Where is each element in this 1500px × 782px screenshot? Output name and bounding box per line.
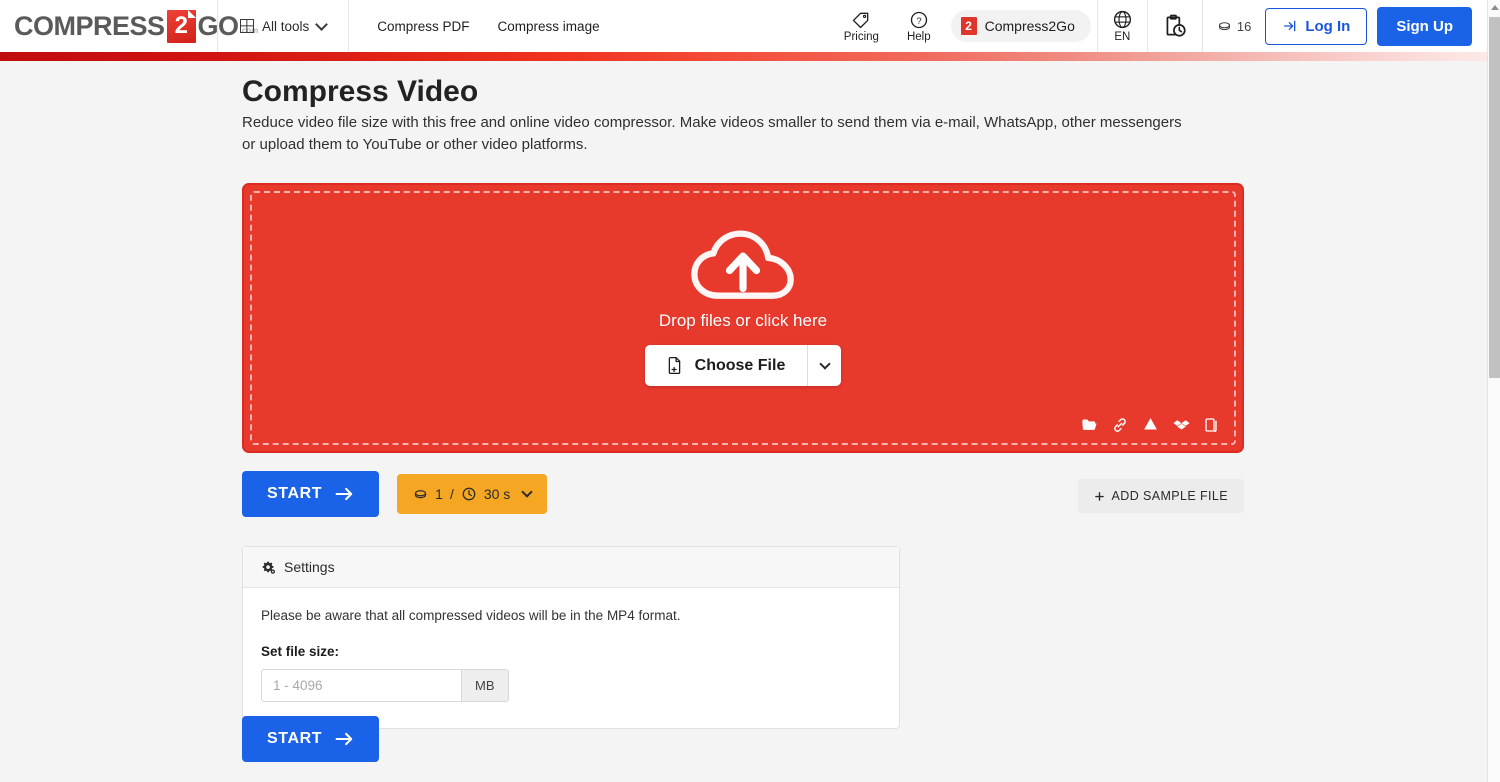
page-description: Reduce video file size with this free an… xyxy=(242,114,1182,153)
settings-title: Settings xyxy=(284,559,335,575)
file-dropzone[interactable]: Drop files or click here Choose File xyxy=(242,183,1244,453)
choose-file-main[interactable]: Choose File xyxy=(645,345,808,386)
settings-note: Please be aware that all compressed vide… xyxy=(261,608,681,623)
logo-badge-2: 2 xyxy=(166,9,196,43)
chevron-down-icon xyxy=(315,17,329,31)
file-add-icon xyxy=(668,356,680,375)
link-icon[interactable] xyxy=(1112,417,1128,433)
page-root: COMPRESS 2 GO .com All tools Compress PDF C… xyxy=(0,0,1500,782)
file-size-input-group: MB xyxy=(261,669,509,702)
logo[interactable]: COMPRESS 2 GO .com xyxy=(0,0,258,52)
settings-panel: Settings Please be aware that all compre… xyxy=(242,546,900,729)
start-button-top[interactable]: START xyxy=(242,471,380,517)
header-nav: Compress PDF Compress image xyxy=(349,0,599,52)
dropzone-inner: Drop files or click here Choose File xyxy=(250,191,1236,445)
limit-credits: 1 xyxy=(435,486,443,502)
settings-header: Settings xyxy=(243,547,899,588)
language-selector[interactable]: EN xyxy=(1098,0,1147,52)
help-link[interactable]: ? Help xyxy=(893,0,945,52)
coin-icon xyxy=(1218,21,1230,30)
google-drive-icon[interactable] xyxy=(1142,416,1159,433)
header-actions: Pricing ? Help 2 Compress2Go EN 16 Log I… xyxy=(830,0,1487,52)
scrollbar-thumb[interactable] xyxy=(1489,17,1500,378)
site-header: COMPRESS 2 GO .com All tools Compress PDF C… xyxy=(0,0,1487,52)
all-tools-menu[interactable]: All tools xyxy=(218,0,350,52)
add-sample-file-button[interactable]: ADD SAMPLE FILE xyxy=(1077,479,1244,513)
signup-button[interactable]: Sign Up xyxy=(1377,6,1472,46)
device-copy-icon[interactable] xyxy=(1204,417,1220,433)
folder-icon[interactable] xyxy=(1081,416,1098,433)
chevron-down-icon xyxy=(819,357,831,370)
usage-limit-badge[interactable]: 1 / 30 s xyxy=(397,474,548,514)
login-arrow-icon xyxy=(1284,20,1296,32)
choose-file-dropdown[interactable] xyxy=(807,345,841,386)
svg-text:?: ? xyxy=(916,15,921,25)
question-circle-icon: ? xyxy=(910,11,927,28)
clock-icon xyxy=(462,487,476,501)
grid-icon xyxy=(240,19,254,33)
start-label: START xyxy=(267,485,323,502)
settings-body: Please be aware that all compressed vide… xyxy=(243,588,899,728)
arrow-right-icon xyxy=(335,732,353,746)
credits-indicator[interactable]: 16 xyxy=(1203,19,1265,34)
recent-tasks-button[interactable] xyxy=(1148,0,1202,52)
brand-switcher-label: Compress2Go xyxy=(984,18,1075,34)
file-size-input[interactable] xyxy=(261,669,461,702)
signup-label: Sign Up xyxy=(1396,17,1453,35)
triangle-up-icon xyxy=(1490,4,1499,10)
tag-icon xyxy=(853,12,869,28)
page-title: Compress Video xyxy=(242,75,479,108)
credits-count: 16 xyxy=(1236,18,1252,34)
file-size-label: Set file size: xyxy=(261,644,340,659)
file-size-unit: MB xyxy=(461,669,509,702)
dropzone-text: Drop files or click here xyxy=(658,311,828,330)
login-label: Log In xyxy=(1305,17,1351,35)
choose-file-label: Choose File xyxy=(694,356,786,374)
login-button[interactable]: Log In xyxy=(1265,7,1368,45)
cloud-upload-icon xyxy=(691,230,794,299)
limit-separator: / xyxy=(449,486,454,502)
gears-icon xyxy=(262,561,275,574)
choose-file-button[interactable]: Choose File xyxy=(644,345,842,386)
add-sample-label: ADD SAMPLE FILE xyxy=(1111,489,1228,503)
start-label: START xyxy=(267,730,323,747)
arrow-right-icon xyxy=(335,487,353,501)
dropbox-icon[interactable] xyxy=(1173,416,1190,433)
brand-gradient-bar xyxy=(0,52,1487,61)
primary-action-row: START 1 / 30 s xyxy=(242,471,548,517)
pricing-link[interactable]: Pricing xyxy=(830,0,893,52)
limit-time: 30 s xyxy=(483,486,511,502)
coin-icon xyxy=(415,489,427,498)
page-scrollbar[interactable] xyxy=(1487,0,1500,782)
start-button-bottom-wrap: START xyxy=(242,716,380,762)
scrollbar-up-button[interactable] xyxy=(1488,0,1500,14)
nav-link-compress-pdf[interactable]: Compress PDF xyxy=(377,19,469,34)
all-tools-label: All tools xyxy=(262,18,310,34)
start-button-bottom[interactable]: START xyxy=(242,716,380,762)
dropzone-source-icons xyxy=(1081,416,1220,433)
help-label: Help xyxy=(906,30,931,43)
clipboard-clock-icon xyxy=(1166,14,1186,37)
nav-link-compress-image[interactable]: Compress image xyxy=(498,19,600,34)
plus-icon xyxy=(1094,491,1104,501)
logo-part1: COMPRESS xyxy=(14,10,165,41)
pricing-label: Pricing xyxy=(843,30,879,43)
language-label: EN xyxy=(1114,31,1131,43)
brand-switcher-pill[interactable]: 2 Compress2Go xyxy=(950,10,1091,42)
chevron-down-icon xyxy=(521,486,533,498)
compress2go-badge-icon: 2 xyxy=(960,17,977,35)
globe-icon xyxy=(1113,10,1131,29)
